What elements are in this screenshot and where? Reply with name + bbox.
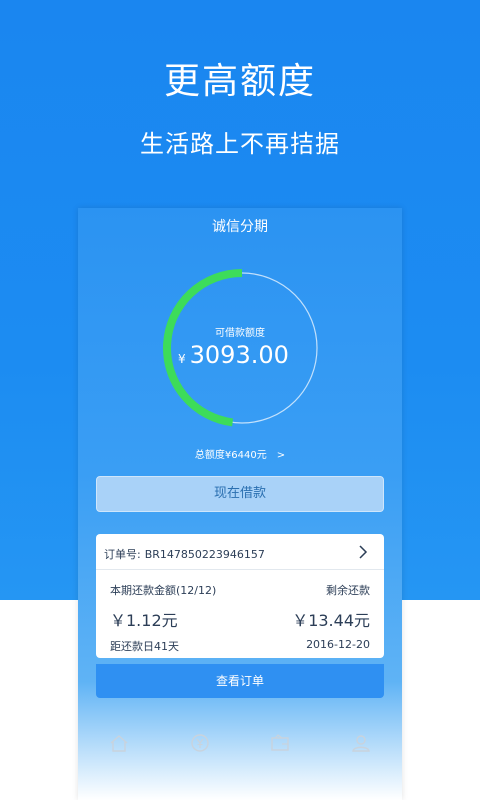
view-order-button[interactable]: 查看订单 <box>96 664 384 698</box>
due-date: 2016-12-20 <box>306 638 370 651</box>
order-number: 订单号: BR147850223946157 <box>104 546 265 562</box>
total-credit-text: 总额度¥6440元 <box>194 450 267 461</box>
total-credit-link[interactable]: 总额度¥6440元 > <box>78 446 402 461</box>
borrow-now-button[interactable]: 现在借款 <box>96 476 384 512</box>
hero-subtitle: 生活路上不再拮据 <box>140 130 340 158</box>
order-card: 订单号: BR147850223946157 本期还款金额(12/12) 剩余还款… <box>96 534 384 658</box>
chevron-right-icon[interactable] <box>356 543 370 561</box>
app-title: 诚信分期 <box>212 219 268 235</box>
period-payment-amount: ￥1.12元 <box>110 611 178 630</box>
period-payment-label: 本期还款金额(12/12) <box>110 584 217 597</box>
app-screen: 诚信分期 可借款额度 ¥3093.00 总额度¥6440元 > 现在借款 订单号:… <box>78 208 402 800</box>
order-header[interactable]: 订单号: BR147850223946157 <box>96 534 384 570</box>
order-number-label: 订单号: <box>104 548 141 561</box>
total-credit-arrow: > <box>276 450 286 461</box>
yen-coin-icon[interactable] <box>189 732 211 754</box>
home-icon[interactable] <box>108 732 130 754</box>
credit-amount: ¥3093.00 <box>178 341 289 369</box>
credit-label: 可借款额度 <box>215 328 265 339</box>
remaining-payment-label: 剩余还款 <box>326 584 370 597</box>
order-number-value: BR147850223946157 <box>144 548 265 561</box>
wallet-icon[interactable] <box>269 732 291 754</box>
bottom-tab-bar <box>78 726 402 766</box>
remaining-payment-amount: ￥13.44元 <box>292 611 370 630</box>
credit-amount-value: 3093.00 <box>189 341 289 369</box>
hero-title: 更高额度 <box>163 61 316 102</box>
user-icon[interactable] <box>350 732 372 754</box>
days-until-due: 距还款日41天 <box>110 640 179 653</box>
currency-symbol: ¥ <box>178 352 186 366</box>
